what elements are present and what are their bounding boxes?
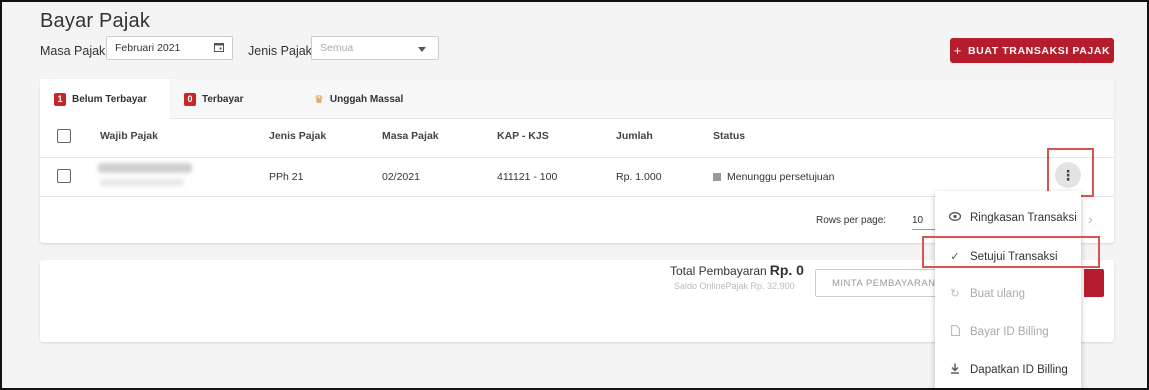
menu-item-ringkasan-transaksi[interactable]: Ringkasan Transaksi [935, 199, 1081, 236]
masa-pajak-label: Masa Pajak [40, 44, 106, 58]
jenis-pajak-label: Jenis Pajak [248, 44, 312, 58]
app-frame: Bayar Pajak Masa Pajak Februari 2021 Jen… [2, 2, 1147, 388]
status-cell: Menunggu persetujuan [713, 171, 834, 183]
redacted-name [98, 163, 192, 173]
menu-item-buat-ulang[interactable]: ↻ Buat ulang [935, 275, 1081, 312]
column-header-kap-kjs[interactable]: KAP - KJS [497, 130, 549, 142]
pending-status-icon [713, 173, 721, 181]
document-icon [949, 324, 961, 339]
menu-item-label: Bayar ID Billing [970, 325, 1049, 338]
tab-unggah-massal[interactable]: ♛ Unggah Massal [300, 79, 440, 119]
tab-label: Terbayar [202, 93, 244, 105]
column-header-wajib-pajak[interactable]: Wajib Pajak [100, 130, 158, 142]
refresh-icon: ↻ [950, 288, 960, 300]
column-header-masa-pajak[interactable]: Masa Pajak [382, 130, 439, 142]
minta-pembayaran-button[interactable]: MINTA PEMBAYARAN [815, 269, 945, 297]
total-value: Rp. 0 [769, 262, 804, 278]
tab-terbayar[interactable]: 0 Terbayar [170, 79, 290, 119]
pay-button[interactable] [1084, 269, 1104, 297]
tab-belum-terbayar[interactable]: 1 Belum Terbayar [40, 79, 170, 119]
highlight-setujui-transaksi [922, 236, 1100, 268]
row-actions-menu: Ringkasan Transaksi ✓ Setujui Transaksi … [935, 191, 1081, 388]
rows-per-page-label: Rows per page: [816, 215, 887, 226]
jumlah-cell: Rp. 1.000 [616, 171, 662, 183]
column-header-jumlah[interactable]: Jumlah [616, 130, 653, 142]
menu-item-label: Ringkasan Transaksi [970, 211, 1077, 224]
jenis-pajak-select[interactable]: Semua [311, 36, 439, 60]
crown-icon: ♛ [314, 93, 324, 106]
redacted-npwp [100, 179, 184, 186]
total-pembayaran: Total Pembayaran Rp. 0 [670, 262, 804, 278]
kap-kjs-cell: 411121 - 100 [497, 171, 558, 183]
masa-pajak-date-field[interactable]: Februari 2021 [106, 36, 233, 60]
column-header-status[interactable]: Status [713, 130, 745, 142]
masa-pajak-cell: 02/2021 [382, 171, 420, 183]
select-all-checkbox[interactable] [57, 129, 71, 143]
download-icon [949, 363, 961, 377]
menu-item-dapatkan-id-billing[interactable]: Dapatkan ID Billing [935, 351, 1081, 388]
menu-item-bayar-id-billing[interactable]: Bayar ID Billing [935, 313, 1081, 350]
masa-pajak-value: Februari 2021 [115, 42, 181, 54]
saldo-text: Saldo OnlinePajak Rp. 32.900 [674, 281, 795, 291]
jenis-pajak-cell: PPh 21 [269, 171, 304, 183]
tab-badge: 0 [184, 92, 196, 106]
buat-transaksi-button[interactable]: + BUAT TRANSAKSI PAJAK [950, 38, 1114, 63]
menu-item-label: Buat ulang [970, 287, 1025, 300]
tab-label: Belum Terbayar [72, 93, 147, 105]
status-text: Menunggu persetujuan [727, 171, 835, 183]
divider [40, 157, 1114, 158]
plus-icon: + [953, 43, 962, 58]
row-checkbox[interactable] [57, 169, 71, 183]
highlight-actions-button [1047, 148, 1094, 197]
tab-badge: 1 [54, 92, 66, 106]
eye-icon [948, 211, 962, 224]
tab-label: Unggah Massal [329, 93, 404, 105]
menu-item-label: Dapatkan ID Billing [970, 363, 1068, 376]
column-header-jenis-pajak[interactable]: Jenis Pajak [269, 130, 326, 142]
chevron-right-icon[interactable]: › [1088, 211, 1093, 227]
total-label: Total Pembayaran [670, 264, 767, 278]
tab-bar: 1 Belum Terbayar 0 Terbayar ♛ Unggah Mas… [40, 79, 1114, 119]
buat-transaksi-label: BUAT TRANSAKSI PAJAK [967, 44, 1111, 57]
chevron-down-icon [418, 47, 426, 52]
calendar-icon[interactable] [214, 42, 224, 52]
page-title: Bayar Pajak [40, 10, 151, 32]
jenis-pajak-placeholder: Semua [320, 42, 354, 54]
